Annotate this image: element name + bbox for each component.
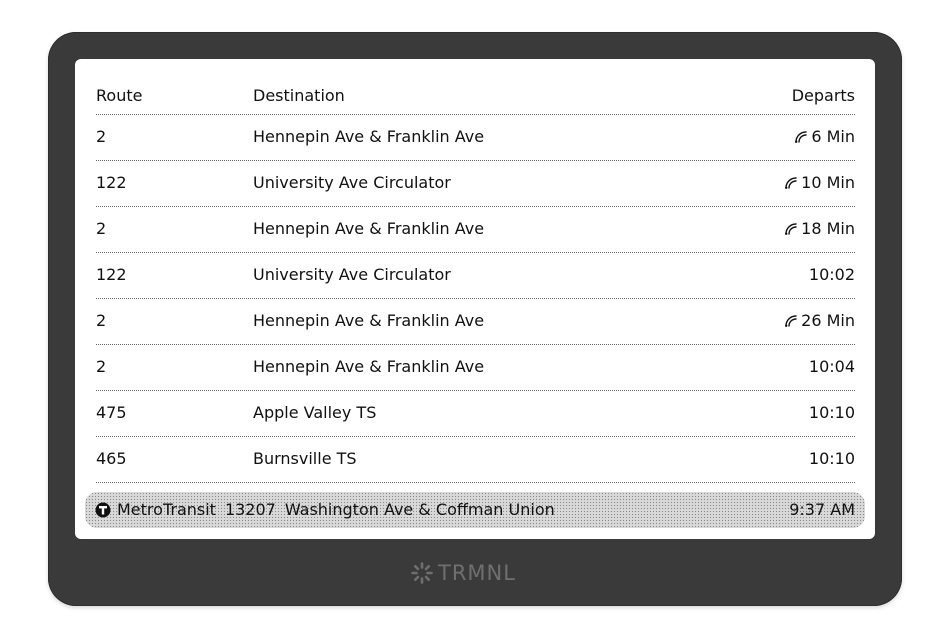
route-number: 2	[96, 219, 107, 238]
departure-time-cell: 10:10	[809, 404, 855, 422]
destination-name: Hennepin Ave & Franklin Ave	[253, 127, 485, 146]
stop-info: MetroTransit 13207 Washington Ave & Coffma…	[95, 501, 555, 519]
route-number: 122	[96, 173, 127, 192]
departure-time: 10:04	[808, 357, 855, 376]
departure-time-cell: 6 Min	[794, 128, 855, 146]
table-row: 475 Apple Valley TS 10:10	[96, 391, 855, 437]
route-number: 475	[96, 403, 127, 422]
realtime-signal-icon	[785, 223, 797, 235]
brand-name: TRMNL	[438, 561, 516, 585]
route-number: 2	[96, 357, 107, 376]
realtime-signal-icon	[785, 177, 797, 189]
current-time: 9:37 AM	[789, 500, 855, 519]
table-row: 122 University Ave Circulator 10:02	[96, 253, 855, 299]
table-row: 465 Burnsville TS 10:10	[96, 437, 855, 483]
departure-time-cell: 10:04	[809, 358, 855, 376]
metro-transit-logo-icon	[95, 502, 111, 518]
route-number: 122	[96, 265, 127, 284]
device-brand: TRMNL	[410, 560, 516, 586]
realtime-signal-icon	[795, 131, 808, 143]
stop-id: 13207	[224, 500, 276, 519]
stop-info-bar: MetroTransit 13207 Washington Ave & Coffma…	[85, 492, 865, 528]
destination-name: University Ave Circulator	[253, 173, 451, 192]
trmnl-logo-icon	[411, 562, 433, 584]
destination-name: University Ave Circulator	[253, 265, 451, 284]
departure-time: 26 Min	[801, 311, 855, 330]
column-header-destination: Destination	[253, 86, 345, 105]
table-row: 2 Hennepin Ave & Franklin Ave 26 Min	[96, 299, 855, 345]
departure-time: 10:10	[808, 403, 855, 422]
departures-table: Route Destination Departs 2 Hennepin Ave …	[96, 79, 855, 483]
table-row: 2 Hennepin Ave & Franklin Ave 18 Min	[96, 207, 855, 253]
table-row: 2 Hennepin Ave & Franklin Ave 10:04	[96, 345, 855, 391]
departure-time: 10:02	[808, 265, 855, 284]
departure-time-cell: 10:10	[809, 450, 855, 468]
destination-name: Hennepin Ave & Franklin Ave	[253, 311, 485, 330]
route-number: 2	[96, 127, 107, 146]
departure-time-cell: 10:02	[809, 266, 855, 284]
departure-time-cell: 10 Min	[784, 174, 855, 192]
route-number: 465	[96, 449, 127, 468]
departure-time: 18 Min	[801, 219, 855, 238]
destination-name: Hennepin Ave & Franklin Ave	[253, 219, 485, 238]
departure-time-cell: 18 Min	[784, 220, 855, 238]
realtime-signal-icon	[785, 315, 797, 327]
route-number: 2	[96, 311, 107, 330]
departure-time-cell: 26 Min	[784, 312, 855, 330]
stop-name: Washington Ave & Coffman Union	[284, 500, 555, 519]
column-header-route: Route	[96, 86, 143, 105]
table-row: 122 University Ave Circulator 10 Min	[96, 161, 855, 207]
table-header-row: Route Destination Departs	[96, 79, 855, 115]
destination-name: Burnsville TS	[253, 449, 357, 468]
departure-time: 10 Min	[801, 173, 855, 192]
destination-name: Hennepin Ave & Franklin Ave	[253, 357, 485, 376]
eink-screen: Route Destination Departs 2 Hennepin Ave …	[75, 59, 875, 539]
departure-time: 10:10	[808, 449, 855, 468]
departure-time: 6 Min	[811, 127, 855, 146]
trmnl-device: Route Destination Departs 2 Hennepin Ave …	[48, 32, 902, 606]
table-row: 2 Hennepin Ave & Franklin Ave 6 Min	[96, 115, 855, 161]
agency-name: MetroTransit	[117, 500, 216, 519]
destination-name: Apple Valley TS	[253, 403, 377, 422]
column-header-departs: Departs	[791, 86, 855, 105]
